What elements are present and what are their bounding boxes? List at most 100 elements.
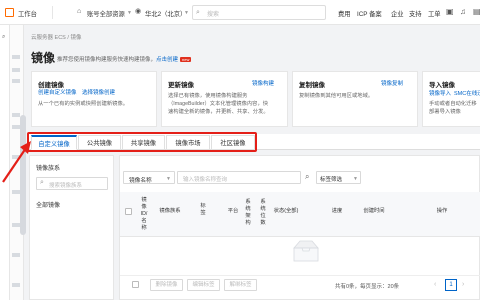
image-family-panel: 镜像族系 ⌕ 搜索镜像族系 全部镜像 bbox=[29, 155, 114, 300]
footer-select-checkbox[interactable] bbox=[132, 281, 139, 288]
th-char: 系 bbox=[245, 199, 251, 205]
empty-state-icon bbox=[293, 240, 319, 262]
family-item-all[interactable]: 全部镜像 bbox=[36, 200, 60, 209]
chevron-down-icon: ▼ bbox=[353, 176, 358, 182]
card-desc-line: 手动或者自动化迁移 bbox=[429, 101, 477, 107]
page-subtitle: 推荐您使用镜像构建服务快速构建镜像，点击创建 new bbox=[57, 55, 192, 63]
select-image-create-link[interactable]: 选择镜像创建 bbox=[82, 88, 115, 96]
th-char: 像 bbox=[141, 204, 147, 210]
col-progress: 进度 bbox=[331, 208, 343, 214]
tag-filter-button[interactable]: 标签筛选 ▼ bbox=[316, 171, 361, 184]
account-selector[interactable]: 账号全部资源 bbox=[87, 9, 125, 18]
sidebar-item[interactable] bbox=[12, 113, 20, 117]
chevron-down-icon: ▼ bbox=[127, 10, 132, 16]
location-icon: ◉ bbox=[135, 8, 142, 15]
sidebar-item[interactable] bbox=[12, 79, 20, 83]
search-icon: ⌕ bbox=[196, 9, 200, 16]
th-char: 签 bbox=[200, 210, 206, 216]
breadcrumb-current: 镜像 bbox=[70, 35, 82, 41]
sidebar-item[interactable] bbox=[12, 190, 20, 194]
image-copy-link[interactable]: 镜像复制 bbox=[381, 79, 403, 87]
col-image-id: 镜 像 ID/ 名 称 bbox=[138, 197, 150, 232]
card-desc: 手动或者自动化迁移 部署导入镜像 bbox=[429, 100, 477, 116]
card-title: 导入镜像 bbox=[429, 82, 455, 89]
col-status[interactable]: 状态(全部) bbox=[270, 208, 302, 215]
nav-link-support[interactable]: 支持 bbox=[409, 9, 422, 18]
account-icon: ⌂ bbox=[77, 8, 82, 15]
panel-title: 镜像族系 bbox=[36, 166, 61, 172]
pagination-summary: 共有0条，每页显示：20条 bbox=[335, 284, 400, 290]
card-desc-line: 速构建全新的镜像，并更新、共享、分发。 bbox=[168, 109, 269, 115]
breadcrumb: 云服务器 ECS / 镜像 bbox=[31, 33, 81, 41]
edit-tags-button[interactable]: 编辑标签 bbox=[187, 279, 220, 291]
th-char: ID/ bbox=[140, 211, 148, 217]
create-link[interactable]: 点击创建 bbox=[156, 57, 178, 63]
filter-input-placeholder: 输入镜像名称查询 bbox=[183, 177, 228, 183]
terminal-icon[interactable]: ▣ bbox=[446, 7, 454, 17]
card-desc-line: 部署导入镜像 bbox=[429, 109, 461, 115]
card-import-image: 导入镜像 镜像导入 SMC在线迁 手动或者自动化迁移 部署导入镜像 bbox=[422, 71, 480, 127]
nav-link-enterprise[interactable]: 企业 bbox=[391, 9, 404, 18]
bell-icon[interactable]: ♫ bbox=[460, 7, 466, 17]
divider bbox=[52, 6, 53, 19]
chevron-down-icon: ▼ bbox=[184, 10, 189, 16]
th-char: 统 bbox=[245, 206, 251, 212]
th-char: 架 bbox=[245, 213, 251, 219]
card-desc: 选择已有镜像，使用镜像构建服务 （ImageBuilder）文本化管理镜像内容，… bbox=[168, 92, 269, 116]
nav-link-billing[interactable]: 费用 bbox=[338, 9, 351, 18]
family-search-placeholder: 搜索镜像族系 bbox=[49, 183, 83, 189]
cart-icon[interactable]: ▤ bbox=[473, 7, 480, 17]
th-char: 位 bbox=[260, 213, 266, 219]
sidebar-item[interactable] bbox=[12, 55, 20, 59]
global-search-input[interactable]: ⌕ 搜索 bbox=[192, 5, 326, 20]
new-badge: new bbox=[180, 57, 192, 62]
th-char: 名 bbox=[141, 218, 147, 224]
col-platform: 平台 bbox=[227, 208, 239, 214]
chevron-left-icon[interactable]: ‹ bbox=[434, 280, 436, 290]
page-number[interactable]: 1 bbox=[445, 279, 457, 291]
tag-filter-label: 标签筛选 bbox=[320, 177, 343, 183]
delete-image-button[interactable]: 删除镜像 bbox=[150, 279, 183, 291]
highlight-box bbox=[27, 132, 257, 152]
smc-migration-link[interactable]: SMC在线迁 bbox=[454, 89, 480, 97]
nav-link-icp[interactable]: ICP 备案 bbox=[357, 9, 382, 18]
col-actions: 操作 bbox=[436, 208, 448, 214]
search-icon[interactable]: ⌕ bbox=[305, 172, 309, 182]
image-import-link[interactable]: 镜像导入 bbox=[429, 89, 451, 97]
breadcrumb-ecs[interactable]: 云服务器 ECS bbox=[31, 35, 66, 41]
search-icon: ⌕ bbox=[40, 179, 44, 186]
create-custom-image-link[interactable]: 创建自定义镜像 bbox=[38, 88, 77, 96]
th-char: 镜 bbox=[141, 197, 147, 203]
col-created: 创建时间 bbox=[363, 208, 385, 214]
card-update-image: 更新镜像 镜像构建 选择已有镜像，使用镜像构建服务 （ImageBuilder）… bbox=[161, 71, 288, 127]
sidebar-item[interactable] bbox=[12, 125, 20, 129]
region-selector[interactable]: 华北2（北京） bbox=[145, 9, 186, 18]
card-title: 复制镜像 bbox=[299, 82, 325, 89]
page-title: 镜像 bbox=[31, 51, 56, 65]
col-arch: 系 统 架 构 bbox=[243, 199, 253, 227]
filter-select[interactable]: 镜像名称 ▼ bbox=[123, 171, 175, 184]
th-char: 系 bbox=[260, 199, 266, 205]
th-char: 称 bbox=[141, 225, 147, 231]
sidebar-item[interactable] bbox=[12, 253, 20, 257]
subtitle-text: 推荐您使用镜像构建服务快速构建镜像， bbox=[57, 57, 157, 63]
sidebar-item[interactable] bbox=[12, 223, 20, 227]
card-desc: 复制镜像到其他可用区或地域。 bbox=[299, 93, 374, 99]
unbind-tags-button[interactable]: 解绑标签 bbox=[224, 279, 257, 291]
nav-link-ticket[interactable]: 工单 bbox=[428, 9, 441, 18]
chevron-right-icon[interactable]: › bbox=[462, 280, 464, 290]
search-icon[interactable]: ⌕ bbox=[2, 32, 5, 42]
workbench-link[interactable]: 工作台 bbox=[18, 9, 37, 18]
select-all-checkbox[interactable] bbox=[125, 208, 132, 215]
filter-input[interactable]: 输入镜像名称查询 bbox=[177, 171, 301, 184]
filter-select-label: 镜像名称 bbox=[129, 178, 152, 184]
sidebar-item[interactable] bbox=[12, 68, 20, 72]
sidebar-item[interactable] bbox=[12, 283, 20, 287]
home-icon[interactable] bbox=[5, 8, 14, 17]
footer-divider bbox=[120, 275, 480, 276]
card-title: 更新镜像 bbox=[168, 82, 194, 89]
th-char: 构 bbox=[245, 220, 251, 226]
family-search-input[interactable]: ⌕ 搜索镜像族系 bbox=[36, 177, 108, 190]
image-build-link[interactable]: 镜像构建 bbox=[252, 79, 274, 87]
chevron-down-icon: ▼ bbox=[166, 176, 171, 182]
